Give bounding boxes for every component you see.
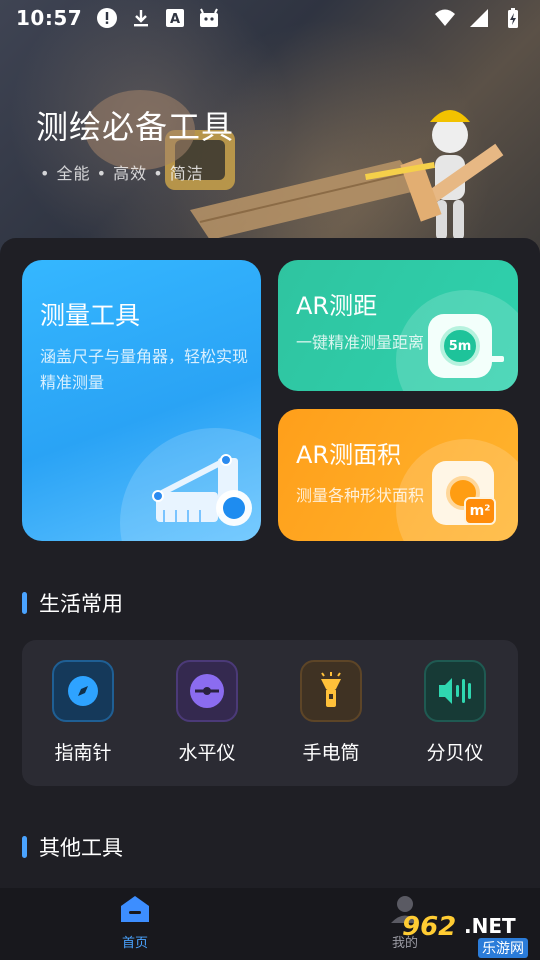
section-bar bbox=[22, 592, 27, 614]
measure-tools-card[interactable]: 测量工具 涵盖尺子与量角器，轻松实现精准测量 bbox=[22, 260, 261, 541]
tool-decibel[interactable]: 分贝仪 bbox=[400, 660, 510, 765]
compass-icon bbox=[52, 660, 114, 722]
battery-charging-icon bbox=[508, 8, 518, 28]
ar-distance-card[interactable]: AR测距 一键精准测量距离 5m bbox=[278, 260, 518, 391]
home-icon bbox=[121, 896, 149, 922]
level-icon bbox=[176, 660, 238, 722]
main-panel: 测量工具 涵盖尺子与量角器，轻松实现精准测量 AR测距 一键精准测量距离 5m … bbox=[0, 238, 540, 888]
status-bar: 10:57 A bbox=[0, 0, 540, 36]
card-desc: 测量各种形状面积 bbox=[296, 486, 425, 505]
tape-measure-icon: 5m bbox=[428, 314, 492, 378]
section-other: 其他工具 bbox=[22, 832, 123, 862]
watermark-site: 乐游网 bbox=[478, 938, 528, 958]
flashlight-icon bbox=[300, 660, 362, 722]
tape-badge: 5m bbox=[440, 326, 480, 366]
site-watermark: 962 .NET 乐游网 bbox=[400, 908, 540, 958]
area-badge: m² bbox=[464, 497, 496, 525]
tool-label: 指南针 bbox=[54, 742, 112, 764]
app-notification-icon bbox=[200, 8, 219, 27]
hero-title: 测绘必备工具 bbox=[36, 108, 235, 146]
section-daily: 生活常用 bbox=[22, 588, 123, 618]
tool-flashlight[interactable]: 手电筒 bbox=[276, 660, 386, 765]
ruler-protractor-icon bbox=[152, 454, 252, 526]
status-time: 10:57 bbox=[16, 6, 83, 30]
ar-area-card[interactable]: AR测面积 测量各种形状面积 m² bbox=[278, 409, 518, 541]
card-title: AR测面积 bbox=[296, 441, 402, 469]
card-desc: 一键精准测量距离 bbox=[296, 333, 425, 352]
section-bar bbox=[22, 836, 27, 858]
download-icon bbox=[134, 10, 149, 27]
signal-icon bbox=[470, 9, 488, 27]
alert-icon bbox=[97, 8, 118, 28]
daily-tools-panel: 指南针 水平仪 手电筒 分贝仪 bbox=[22, 640, 518, 786]
tool-level[interactable]: 水平仪 bbox=[152, 660, 262, 765]
card-desc: 涵盖尺子与量角器，轻松实现精准测量 bbox=[40, 347, 249, 392]
section-title: 生活常用 bbox=[39, 592, 123, 616]
card-title: 测量工具 bbox=[40, 301, 141, 330]
keyboard-a-icon: A bbox=[166, 9, 185, 27]
nav-home-label: 首页 bbox=[121, 936, 148, 951]
wifi-icon bbox=[435, 9, 455, 26]
section-title: 其他工具 bbox=[39, 836, 123, 860]
watermark-number: 962 bbox=[402, 912, 457, 942]
tool-label: 分贝仪 bbox=[426, 742, 484, 764]
hero-banner: 测绘必备工具 • 全能 • 高效 • 简洁 bbox=[0, 0, 540, 270]
watermark-net: .NET bbox=[464, 914, 516, 938]
card-title: AR测距 bbox=[296, 292, 378, 320]
tool-compass[interactable]: 指南针 bbox=[28, 660, 138, 765]
tool-label: 手电筒 bbox=[302, 742, 360, 764]
tape-tab bbox=[488, 356, 504, 362]
tool-label: 水平仪 bbox=[178, 742, 236, 764]
svg-text:A: A bbox=[170, 12, 180, 27]
hero-subtitle: • 全能 • 高效 • 简洁 bbox=[40, 164, 204, 183]
nav-home[interactable]: 首页 bbox=[100, 894, 170, 951]
decibel-icon bbox=[424, 660, 486, 722]
